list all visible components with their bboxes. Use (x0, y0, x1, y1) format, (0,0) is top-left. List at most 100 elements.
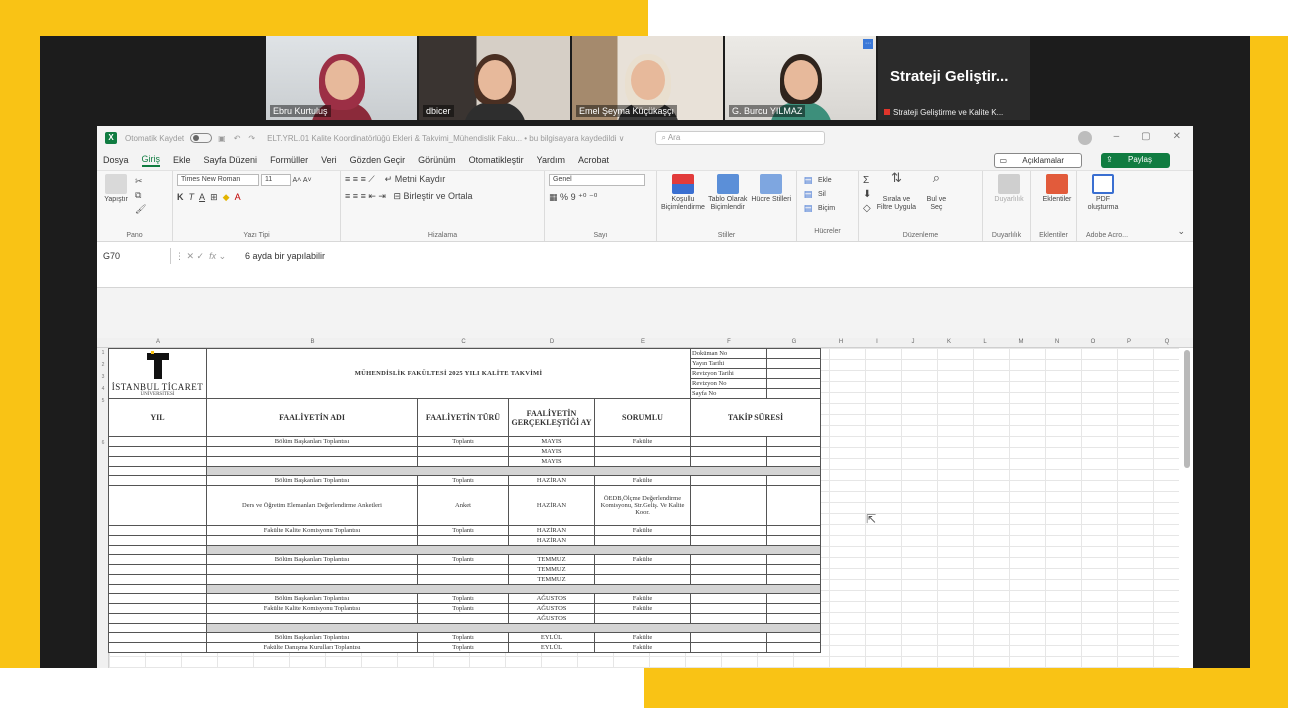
extra-cell[interactable] (766, 485, 821, 526)
close-icon[interactable]: ✕ (1173, 131, 1181, 145)
column-header[interactable]: P (1111, 339, 1147, 345)
activity-type-cell[interactable] (417, 446, 509, 457)
follow-up-cell[interactable] (690, 603, 767, 614)
activity-name-cell[interactable] (206, 564, 418, 575)
activity-name-cell[interactable]: Bölüm Başkanları Toplantısı (206, 475, 418, 486)
align-center-icon[interactable]: ≡ (353, 191, 358, 201)
responsible-cell[interactable]: Fakülte (594, 603, 691, 614)
share-button[interactable]: ⇪ Paylaş (1101, 152, 1170, 168)
column-header[interactable]: Q (1157, 339, 1177, 345)
participant-tile[interactable]: Emel Şeyma Küçükaşçı (572, 36, 723, 120)
activity-type-cell[interactable]: Toplantı (417, 632, 509, 643)
responsible-cell[interactable]: Fakülte (594, 436, 691, 447)
extra-cell[interactable] (766, 554, 821, 565)
worksheet[interactable]: A B C D E F G H I J K L M N O P Q 1 2 3 … (97, 338, 1193, 668)
borders-icon[interactable]: ⊞ (210, 192, 218, 202)
format-painter-icon[interactable]: 🖌 (135, 202, 146, 216)
clear-icon[interactable]: ◇ (863, 202, 871, 216)
tab-acrobat[interactable]: Acrobat (578, 155, 609, 165)
grow-font-icon[interactable]: A˄ (293, 177, 302, 184)
month-cell[interactable]: HAZİRAN (508, 525, 595, 536)
follow-up-cell[interactable] (690, 632, 767, 643)
year-cell[interactable] (108, 574, 207, 585)
year-cell[interactable] (108, 613, 207, 624)
activity-name-cell[interactable] (206, 456, 418, 467)
month-cell[interactable]: AĞUSTOS (508, 603, 595, 614)
responsible-cell[interactable] (594, 456, 691, 467)
column-header[interactable]: C (418, 339, 509, 345)
follow-up-cell[interactable] (690, 446, 767, 457)
column-header[interactable]: G (767, 339, 821, 345)
column-header[interactable]: N (1039, 339, 1075, 345)
user-avatar[interactable] (1077, 131, 1092, 145)
doc-info-value[interactable] (766, 378, 821, 389)
month-cell[interactable]: HAZİRAN (508, 535, 595, 546)
activity-name-cell[interactable]: Bölüm Başkanları Toplantısı (206, 593, 418, 604)
column-header[interactable]: O (1075, 339, 1111, 345)
column-header[interactable]: B (207, 339, 418, 345)
activity-type-cell[interactable]: Toplantı (417, 593, 509, 604)
activity-name-cell[interactable]: Fakülte Danışma Kurulları Toplantısı (206, 642, 418, 653)
extra-cell[interactable] (766, 456, 821, 467)
fill-color-icon[interactable]: ◆ (223, 192, 230, 202)
month-cell[interactable]: EYLÜL (508, 642, 595, 653)
activity-type-cell[interactable] (417, 564, 509, 575)
year-cell[interactable] (108, 642, 207, 653)
comma-icon[interactable]: 9 (571, 192, 576, 202)
column-header[interactable]: F (691, 339, 767, 345)
wrap-text-icon[interactable]: ↵ (385, 174, 393, 184)
year-cell[interactable] (108, 466, 207, 476)
header-responsible[interactable]: SORUMLU (594, 398, 691, 437)
activity-type-cell[interactable]: Toplantı (417, 436, 509, 447)
delete-cells-icon[interactable]: ▤ (801, 188, 815, 200)
activity-name-cell[interactable]: Bölüm Başkanları Toplantısı (206, 632, 418, 643)
activity-type-cell[interactable]: Toplantı (417, 475, 509, 486)
follow-up-cell[interactable] (690, 564, 767, 575)
extra-cell[interactable] (766, 475, 821, 486)
fill-icon[interactable]: ⬇ (863, 188, 871, 202)
autosave-toggle[interactable] (190, 133, 213, 143)
tab-dosya[interactable]: Dosya (103, 155, 129, 165)
header-activity-name[interactable]: FAALİYETİN ADI (206, 398, 418, 437)
year-cell[interactable] (108, 475, 207, 486)
tab-yardim[interactable]: Yardım (537, 155, 565, 165)
month-cell[interactable]: MAYIS (508, 456, 595, 467)
cell-styles-icon[interactable] (760, 174, 783, 194)
header-year[interactable]: YIL (108, 398, 207, 437)
extra-cell[interactable] (766, 436, 821, 447)
follow-up-cell[interactable] (690, 456, 767, 467)
participant-tile[interactable]: Ebru Kurtuluş (266, 36, 417, 120)
tab-formuller[interactable]: Formüller (270, 155, 308, 165)
year-cell[interactable] (108, 436, 207, 447)
document-title[interactable]: ELT.YRL.01 Kalite Koordinatörlüğü Ekleri… (267, 134, 624, 143)
follow-up-cell[interactable] (690, 535, 767, 546)
redo-icon[interactable]: ↷ (248, 134, 255, 143)
bold-icon[interactable]: K (177, 192, 184, 202)
align-middle-icon[interactable]: ≡ (353, 174, 358, 184)
column-header[interactable]: I (859, 339, 895, 345)
responsible-cell[interactable] (594, 574, 691, 585)
separator-cell[interactable] (206, 623, 821, 633)
header-activity-type[interactable]: FAALİYETİN TÜRÜ (417, 398, 509, 437)
activity-type-cell[interactable] (417, 613, 509, 624)
addins-icon[interactable] (1046, 174, 1068, 194)
font-size-select[interactable]: 11 (260, 174, 291, 186)
tab-gozden-gecir[interactable]: Gözden Geçir (350, 155, 406, 165)
wrap-text-button[interactable]: Metni Kaydır (395, 174, 446, 184)
format-cells-button[interactable]: Biçim (818, 205, 835, 212)
year-cell[interactable] (108, 446, 207, 457)
year-cell[interactable] (108, 554, 207, 565)
paste-icon[interactable] (105, 174, 127, 194)
maximize-icon[interactable]: ▢ (1141, 131, 1150, 145)
month-cell[interactable]: TEMMUZ (508, 574, 595, 585)
extra-cell[interactable] (766, 564, 821, 575)
month-cell[interactable]: AĞUSTOS (508, 613, 595, 624)
doc-info-value[interactable] (766, 368, 821, 379)
follow-up-cell[interactable] (690, 593, 767, 604)
activity-name-cell[interactable] (206, 446, 418, 457)
name-box[interactable]: G70 (101, 248, 171, 264)
autosum-icon[interactable]: Σ (863, 174, 871, 188)
responsible-cell[interactable] (594, 446, 691, 457)
year-cell[interactable] (108, 485, 207, 526)
column-header[interactable]: D (509, 339, 595, 345)
